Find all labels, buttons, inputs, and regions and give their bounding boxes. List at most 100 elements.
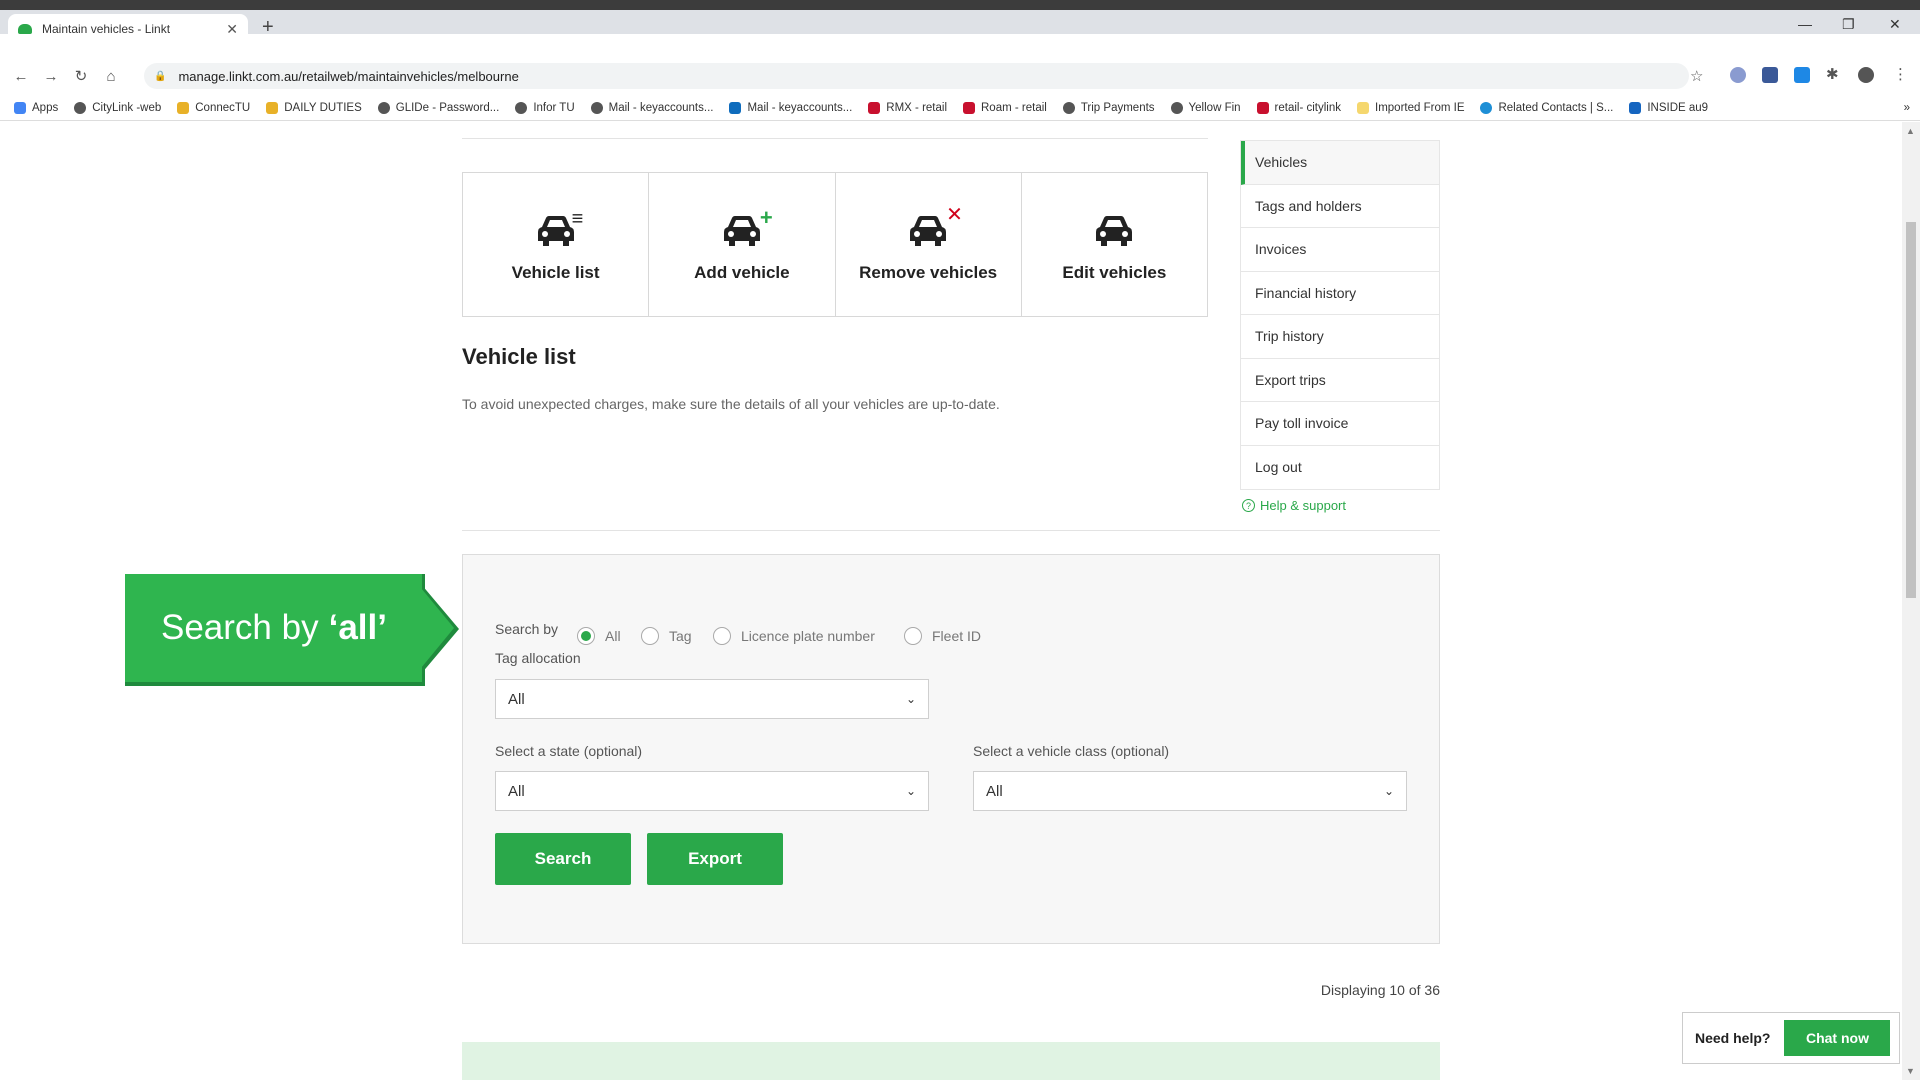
bookmark-citylink-web[interactable]: CityLink -web bbox=[74, 101, 161, 114]
minimize-icon[interactable]: — bbox=[1798, 16, 1812, 32]
bookmark-glide[interactable]: GLIDe - Password... bbox=[377, 101, 499, 114]
sidebar-item-tags-and-holders[interactable]: Tags and holders bbox=[1241, 185, 1439, 228]
radio-dot-selected[interactable] bbox=[577, 627, 595, 645]
scrollbar-thumb[interactable] bbox=[1906, 222, 1916, 598]
bookmark-related-contacts[interactable]: Related Contacts | S... bbox=[1480, 101, 1613, 114]
radio-tag[interactable]: Tag bbox=[641, 627, 692, 645]
bookmark-icon bbox=[1629, 101, 1642, 114]
sidebar-item-pay-toll-invoice[interactable]: Pay toll invoice bbox=[1241, 402, 1439, 446]
bookmark-icon bbox=[266, 101, 279, 114]
vehicle-class-select[interactable]: All ⌄ bbox=[973, 771, 1407, 811]
bookmark-apps[interactable]: Apps bbox=[14, 101, 58, 114]
page-description: To avoid unexpected charges, make sure t… bbox=[462, 396, 1000, 412]
browser-menu-icon[interactable]: ⋮ bbox=[1893, 65, 1908, 83]
sidebar-item-log-out[interactable]: Log out bbox=[1241, 446, 1439, 490]
globe-icon bbox=[515, 101, 528, 114]
car-add-icon: + bbox=[702, 204, 782, 255]
callout-face: Search by ‘all’ bbox=[125, 574, 422, 682]
window-close-icon[interactable]: ✕ bbox=[1889, 16, 1901, 33]
state-select[interactable]: All ⌄ bbox=[495, 771, 929, 811]
apps-grid-icon bbox=[14, 101, 26, 114]
bookmark-star-icon[interactable]: ☆ bbox=[1690, 67, 1703, 85]
remove-vehicles-label: Remove vehicles bbox=[859, 262, 998, 282]
results-table-header bbox=[462, 1042, 1440, 1080]
outlook-icon bbox=[729, 101, 742, 114]
shield-icon[interactable] bbox=[1762, 67, 1778, 83]
plus-icon: + bbox=[759, 204, 773, 230]
bookmark-infor-tu[interactable]: Infor TU bbox=[515, 101, 575, 114]
scroll-down-icon[interactable]: ▼ bbox=[1906, 1066, 1915, 1076]
vehicle-search-panel: Search by All Tag Licence plate number F… bbox=[462, 554, 1440, 944]
radio-dot[interactable] bbox=[641, 627, 659, 645]
bookmark-icon bbox=[177, 101, 190, 114]
vehicle-class-label: Select a vehicle class (optional) bbox=[973, 743, 1170, 759]
chevron-down-icon: ⌄ bbox=[1383, 784, 1394, 798]
state-label: Select a state (optional) bbox=[495, 743, 643, 759]
bookmark-roam-retail[interactable]: Roam - retail bbox=[963, 101, 1047, 114]
add-vehicle-label: Add vehicle bbox=[694, 262, 790, 282]
bookmark-mail-2[interactable]: Mail - keyaccounts... bbox=[729, 101, 852, 114]
bookmark-trip-payments[interactable]: Trip Payments bbox=[1062, 101, 1155, 114]
bookmark-mail-1[interactable]: Mail - keyaccounts... bbox=[590, 101, 713, 114]
linkt-favicon-icon bbox=[18, 24, 32, 34]
export-button[interactable]: Export bbox=[647, 833, 783, 885]
page-scrollbar[interactable]: ▲ ▼ bbox=[1902, 122, 1920, 1080]
bookmark-daily-duties[interactable]: DAILY DUTIES bbox=[266, 101, 362, 114]
radio-licence-plate-number[interactable]: Licence plate number bbox=[713, 627, 875, 645]
bookmark-inside-au9[interactable]: INSIDE au9 bbox=[1629, 101, 1708, 114]
radio-dot[interactable] bbox=[904, 627, 922, 645]
edit-vehicles-label: Edit vehicles bbox=[1062, 262, 1167, 282]
tag-allocation-value: All bbox=[508, 690, 525, 708]
help-support-link[interactable]: ? Help & support bbox=[1242, 498, 1346, 513]
extensions-puzzle-icon[interactable]: ✱ bbox=[1826, 65, 1839, 83]
profile-avatar-icon[interactable] bbox=[1858, 67, 1874, 83]
bookmark-icon bbox=[868, 101, 881, 114]
browser-tab[interactable]: Maintain vehicles - Linkt ✕ bbox=[8, 14, 248, 44]
bookmark-yellow-fin[interactable]: Yellow Fin bbox=[1170, 101, 1241, 114]
sidebar-item-invoices[interactable]: Invoices bbox=[1241, 228, 1439, 272]
remove-vehicles-action[interactable]: ✕ Remove vehicles bbox=[836, 173, 1022, 316]
url-text: manage.linkt.com.au/retailweb/maintainve… bbox=[178, 68, 519, 84]
restore-icon[interactable]: ❐ bbox=[1842, 16, 1855, 33]
car-remove-icon: ✕ bbox=[888, 205, 968, 255]
scroll-up-icon[interactable]: ▲ bbox=[1906, 126, 1915, 136]
address-bar[interactable]: 🔒 manage.linkt.com.au/retailweb/maintain… bbox=[144, 63, 1689, 89]
extension-icon[interactable] bbox=[1730, 67, 1746, 83]
bookmark-imported-from-ie[interactable]: Imported From IE bbox=[1357, 101, 1464, 114]
vehicle-class-value: All bbox=[986, 782, 1003, 800]
chat-now-button[interactable]: Chat now bbox=[1784, 1020, 1891, 1056]
sidebar-item-export-trips[interactable]: Export trips bbox=[1241, 359, 1439, 402]
chat-widget: Need help? Chat now bbox=[1682, 1012, 1900, 1064]
need-help-label: Need help? bbox=[1695, 1030, 1771, 1046]
tag-allocation-select[interactable]: All ⌄ bbox=[495, 679, 929, 719]
reload-icon[interactable]: ↻ bbox=[66, 67, 96, 85]
globe-icon bbox=[1170, 101, 1183, 114]
back-icon[interactable]: ← bbox=[6, 68, 36, 85]
sidebar-item-financial-history[interactable]: Financial history bbox=[1241, 272, 1439, 315]
radio-fleet-id[interactable]: Fleet ID bbox=[904, 627, 981, 645]
skype-icon[interactable] bbox=[1794, 67, 1810, 83]
close-tab-icon[interactable]: ✕ bbox=[226, 21, 238, 38]
bookmark-icon bbox=[963, 101, 975, 114]
lock-icon: 🔒 bbox=[154, 70, 167, 82]
bookmark-connectu[interactable]: ConnecTU bbox=[177, 101, 250, 114]
car-edit-icon bbox=[1074, 207, 1154, 255]
globe-icon bbox=[1062, 101, 1075, 114]
edit-vehicles-action[interactable]: Edit vehicles bbox=[1022, 173, 1207, 316]
radio-dot[interactable] bbox=[713, 627, 731, 645]
bookmark-retail-citylink[interactable]: retail- citylink bbox=[1256, 101, 1341, 114]
forward-icon[interactable]: → bbox=[36, 68, 66, 85]
add-vehicle-action[interactable]: + Add vehicle bbox=[649, 173, 836, 316]
callout-prefix: Search by bbox=[161, 608, 319, 647]
radio-all[interactable]: All bbox=[577, 627, 621, 645]
new-tab-icon[interactable]: + bbox=[262, 16, 274, 39]
chevron-down-icon: ⌄ bbox=[905, 692, 916, 706]
search-button[interactable]: Search bbox=[495, 833, 631, 885]
home-icon[interactable]: ⌂ bbox=[96, 68, 126, 85]
more-bookmarks-icon[interactable]: » bbox=[1904, 102, 1910, 114]
sidebar-item-vehicles[interactable]: Vehicles bbox=[1241, 141, 1439, 185]
vehicle-list-action[interactable]: ≡ Vehicle list bbox=[463, 173, 650, 316]
sidebar-item-trip-history[interactable]: Trip history bbox=[1241, 315, 1439, 359]
address-row: ← → ↻ ⌂ 🔒 manage.linkt.com.au/retailweb/… bbox=[0, 59, 1920, 93]
bookmark-rmx-retail[interactable]: RMX - retail bbox=[868, 101, 947, 114]
